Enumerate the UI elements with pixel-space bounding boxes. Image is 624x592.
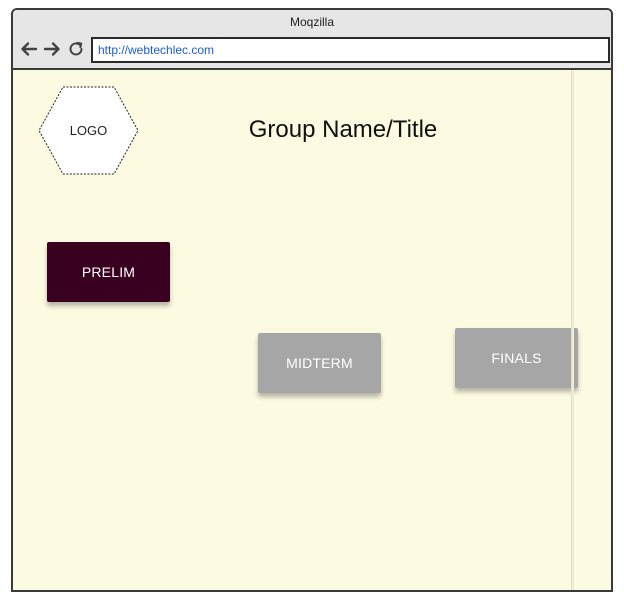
- midterm-button[interactable]: MIDTERM: [258, 333, 381, 393]
- logo-text: LOGO: [69, 123, 108, 138]
- page-content: LOGO Group Name/Title PRELIM MIDTERM FIN…: [13, 70, 611, 590]
- logo: LOGO: [38, 86, 139, 175]
- browser-window: Moqzilla http://webtechlec.com LOGO Grou…: [11, 8, 613, 592]
- arrow-right-icon[interactable]: [43, 40, 61, 58]
- finals-button[interactable]: FINALS: [455, 328, 578, 388]
- page-title: Group Name/Title: [248, 116, 438, 143]
- scrollbar-track[interactable]: [571, 70, 574, 590]
- reload-icon[interactable]: [67, 40, 85, 58]
- browser-titlebar: Moqzilla http://webtechlec.com: [13, 10, 611, 70]
- window-title: Moqzilla: [289, 15, 334, 29]
- prelim-button[interactable]: PRELIM: [47, 242, 170, 302]
- arrow-left-icon[interactable]: [20, 40, 38, 58]
- address-bar[interactable]: http://webtechlec.com: [91, 37, 610, 63]
